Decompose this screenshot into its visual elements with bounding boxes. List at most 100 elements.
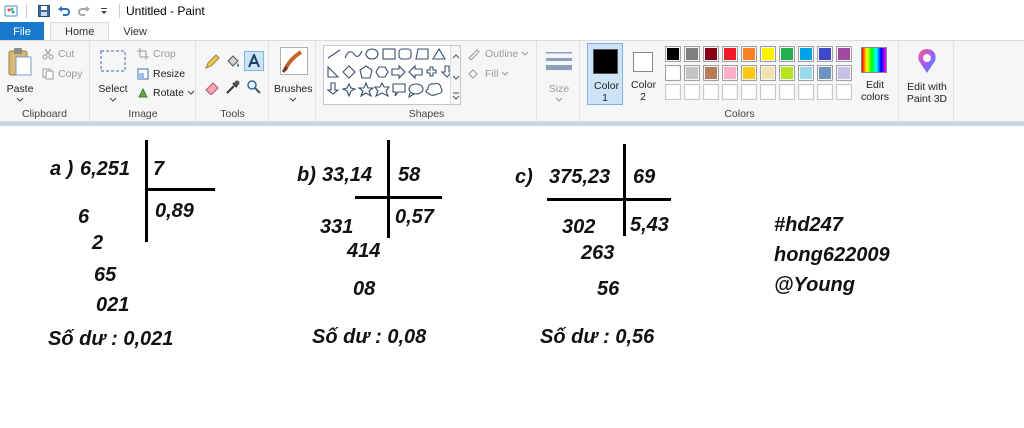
problem-a-step: 021	[96, 294, 130, 316]
palette-swatch[interactable]	[722, 65, 738, 81]
size-button[interactable]: Size	[542, 45, 576, 103]
color-picker-icon[interactable]	[225, 79, 241, 95]
paste-button[interactable]: Paste	[4, 45, 36, 103]
color2-button[interactable]: Color 2	[625, 43, 661, 105]
palette-swatch[interactable]	[665, 46, 681, 62]
save-icon[interactable]	[35, 2, 53, 20]
magnifier-icon[interactable]	[246, 79, 262, 95]
edit-colors-button[interactable]: Edit colors	[855, 45, 895, 103]
fill-bucket-icon	[468, 69, 478, 79]
select-label: Select	[98, 83, 128, 95]
scissors-icon	[42, 48, 54, 60]
size-label: Size	[548, 83, 570, 95]
palette-swatch[interactable]	[798, 46, 814, 62]
problem-b-step: 08	[353, 278, 376, 300]
rainbow-palette-icon	[861, 47, 887, 73]
tab-view[interactable]: View	[109, 22, 161, 41]
palette-swatch[interactable]	[836, 65, 852, 81]
palette-swatch[interactable]	[760, 46, 776, 62]
problem-c-dividend: 375,23	[549, 166, 611, 188]
colors-group-label: Colors	[724, 108, 755, 120]
palette-swatch[interactable]	[665, 65, 681, 81]
separator	[119, 4, 120, 18]
palette-swatch[interactable]	[779, 65, 795, 81]
color2-swatch	[633, 52, 653, 72]
problem-c-remainder: Số dư : 0,56	[540, 326, 655, 348]
palette-swatch[interactable]	[798, 84, 814, 100]
palette-swatch[interactable]	[779, 46, 795, 62]
palette-swatch[interactable]	[817, 65, 833, 81]
palette-swatch[interactable]	[665, 84, 681, 100]
edit-with-paint3d-button[interactable]: Edit with Paint 3D	[902, 45, 952, 107]
rotate-label: Rotate	[153, 87, 184, 99]
copy-icon	[42, 68, 54, 80]
palette-swatch-color	[819, 48, 831, 60]
palette-swatch[interactable]	[703, 46, 719, 62]
problem-c-step: 302	[562, 216, 596, 238]
palette-swatch[interactable]	[703, 65, 719, 81]
undo-icon[interactable]	[55, 2, 73, 20]
shapes-scroll[interactable]	[450, 46, 460, 104]
image-group: Select Crop Resize Rotate Image	[91, 41, 196, 122]
tools-group: Tools	[197, 41, 269, 122]
palette-swatch[interactable]	[836, 46, 852, 62]
crop-icon	[137, 48, 149, 60]
fill-label: Fill	[485, 68, 499, 80]
palette-swatch[interactable]	[684, 84, 700, 100]
edit-colors-label: Edit colors	[860, 79, 889, 103]
palette-swatch[interactable]	[703, 84, 719, 100]
palette-swatch-color	[838, 48, 850, 60]
palette-swatch[interactable]	[684, 46, 700, 62]
shapes-gallery[interactable]	[323, 45, 461, 105]
cut-button[interactable]: Cut	[42, 48, 74, 60]
copy-label: Copy	[58, 68, 83, 80]
tab-file[interactable]: File	[0, 22, 44, 41]
fill-button[interactable]: Fill	[467, 68, 513, 80]
text-tool-button[interactable]	[244, 51, 264, 71]
palette-swatch[interactable]	[779, 84, 795, 100]
problem-c-step: 56	[597, 278, 620, 300]
palette-swatch[interactable]	[760, 84, 776, 100]
customize-toolbar-icon[interactable]	[95, 2, 113, 20]
resize-button[interactable]: Resize	[137, 68, 185, 80]
problem-b-step: 331	[320, 216, 354, 238]
fill-bucket-icon[interactable]	[225, 54, 241, 70]
problem-a-quotient: 0,89	[155, 200, 194, 222]
color1-button[interactable]: Color 1	[587, 43, 623, 105]
pencil-icon[interactable]	[204, 54, 220, 70]
palette-swatch-color	[686, 86, 698, 98]
select-button[interactable]: Select	[97, 45, 129, 103]
separator	[26, 4, 27, 18]
palette-swatch[interactable]	[722, 84, 738, 100]
tab-home[interactable]: Home	[50, 22, 110, 42]
palette-swatch-color	[724, 67, 736, 79]
outline-button[interactable]: Outline	[467, 48, 533, 60]
brushes-button[interactable]: Brushes	[274, 45, 313, 103]
tag-text: #hd247	[774, 214, 843, 236]
problem-c-step: 263	[581, 242, 615, 264]
palette-swatch[interactable]	[836, 84, 852, 100]
palette-swatch[interactable]	[798, 65, 814, 81]
palette-swatch[interactable]	[741, 65, 757, 81]
chevron-down-icon	[555, 97, 563, 102]
palette-swatch[interactable]	[741, 84, 757, 100]
paint-app-icon[interactable]	[2, 2, 20, 20]
palette-swatch[interactable]	[817, 84, 833, 100]
select-rectangle-icon	[100, 50, 126, 72]
rotate-button[interactable]: Rotate	[137, 87, 199, 99]
clipboard-group-label: Clipboard	[22, 108, 67, 120]
palette-swatch[interactable]	[760, 65, 776, 81]
resize-label: Resize	[153, 68, 186, 80]
copy-button[interactable]: Copy	[42, 68, 83, 80]
palette-swatch-color	[743, 86, 755, 98]
palette-swatch[interactable]	[684, 65, 700, 81]
drawing-canvas[interactable]: a ) 6,251 7 0,89 6 2 65 021 Số dư : 0,02…	[0, 122, 1024, 428]
brushes-label: Brushes	[274, 83, 313, 95]
palette-swatch[interactable]	[741, 46, 757, 62]
problem-a-step: 6	[78, 206, 90, 228]
crop-button[interactable]: Crop	[137, 48, 176, 60]
palette-swatch[interactable]	[817, 46, 833, 62]
eraser-icon[interactable]	[204, 79, 220, 95]
palette-swatch[interactable]	[722, 46, 738, 62]
redo-icon[interactable]	[75, 2, 93, 20]
